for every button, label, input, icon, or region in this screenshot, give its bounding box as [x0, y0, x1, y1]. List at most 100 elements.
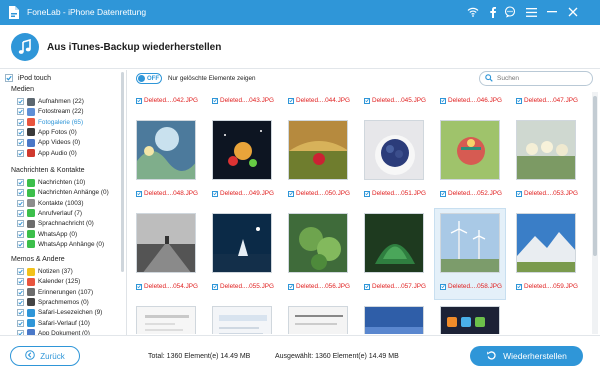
sidebar-item-checkbox[interactable]	[17, 240, 24, 248]
sidebar-item[interactable]: Aufnahmen (22)	[17, 97, 84, 106]
sidebar-item-checkbox[interactable]	[17, 278, 24, 286]
sidebar-item-checkbox[interactable]	[17, 149, 24, 157]
sidebar-item-checkbox[interactable]	[17, 108, 24, 116]
sidebar-item-checkbox[interactable]	[17, 319, 24, 327]
photo-thumbnail[interactable]	[212, 120, 272, 180]
back-button[interactable]: Zurück	[10, 346, 80, 366]
sidebar-item-checkbox[interactable]	[17, 309, 24, 317]
photo-thumbnail[interactable]	[516, 120, 576, 180]
sidebar-item-checkbox[interactable]	[17, 118, 24, 126]
photo-thumbnail[interactable]	[288, 120, 348, 180]
photo-label[interactable]: Deleted....045.JPG	[364, 96, 426, 105]
sidebar-item-checkbox[interactable]	[17, 189, 24, 197]
sidebar-item[interactable]: Sprachnachricht (0)	[17, 219, 94, 228]
sidebar-item-checkbox[interactable]	[17, 199, 24, 207]
sidebar-item-checkbox[interactable]	[17, 298, 24, 306]
photo-thumbnail[interactable]	[136, 120, 196, 180]
restore-button[interactable]: Wiederherstellen	[470, 346, 583, 366]
sidebar-item[interactable]: WhatsApp Anhänge (0)	[17, 240, 104, 249]
sidebar-item-checkbox[interactable]	[17, 268, 24, 275]
photo-checkbox[interactable]	[212, 283, 218, 290]
sidebar-item-checkbox[interactable]	[17, 139, 24, 147]
sidebar-item[interactable]: Anrufverlauf (7)	[17, 209, 82, 218]
sidebar-item[interactable]: Safari-Lesezeichen (9)	[17, 308, 102, 317]
photo-checkbox[interactable]	[364, 190, 370, 197]
photo-thumbnail[interactable]	[516, 213, 576, 273]
sidebar-item-checkbox[interactable]	[17, 230, 24, 238]
photo-checkbox[interactable]	[364, 97, 370, 104]
sidebar-item-checkbox[interactable]	[17, 220, 24, 228]
sidebar-item[interactable]: App Videos (0)	[17, 138, 80, 147]
sidebar-item[interactable]: Fotostream (22)	[17, 107, 83, 116]
photo-checkbox[interactable]	[212, 97, 218, 104]
photo-label[interactable]: Deleted....042.JPG	[136, 96, 198, 105]
sidebar-item-checkbox[interactable]	[17, 128, 24, 136]
sidebar-item-checkbox[interactable]	[17, 288, 24, 296]
photo-label[interactable]: Deleted....050.JPG	[288, 189, 350, 198]
facebook-icon[interactable]	[486, 5, 500, 19]
sidebar-item[interactable]: WhatsApp (0)	[17, 230, 77, 239]
sidebar-item[interactable]: Notizen (37)	[17, 267, 73, 276]
photo-label[interactable]: Deleted....058.JPG	[440, 282, 502, 291]
photo-checkbox[interactable]	[440, 190, 446, 197]
photo-thumbnail[interactable]	[136, 306, 196, 334]
sidebar-item[interactable]: Fotogalerie (65)	[17, 118, 83, 127]
sidebar-item-checkbox[interactable]	[17, 98, 24, 105]
photo-checkbox[interactable]	[212, 190, 218, 197]
photo-label[interactable]: Deleted....056.JPG	[288, 282, 350, 291]
wifi-icon[interactable]	[466, 5, 480, 19]
photo-checkbox[interactable]	[288, 283, 294, 290]
sidebar-item[interactable]: Kontakte (1003)	[17, 199, 83, 208]
sidebar-item[interactable]: Kalender (125)	[17, 277, 80, 286]
photo-label[interactable]: Deleted....043.JPG	[212, 96, 274, 105]
grid-scrollbar-thumb[interactable]	[593, 96, 597, 256]
photo-thumbnail[interactable]	[136, 213, 196, 273]
photo-checkbox[interactable]	[516, 283, 522, 290]
photo-label[interactable]: Deleted....046.JPG	[440, 96, 502, 105]
deleted-only-toggle[interactable]: OFF	[136, 73, 162, 84]
photo-label[interactable]: Deleted....055.JPG	[212, 282, 274, 291]
photo-label[interactable]: Deleted....059.JPG	[516, 282, 578, 291]
device-checkbox[interactable]	[5, 74, 13, 82]
photo-thumbnail[interactable]	[364, 213, 424, 273]
sidebar-item[interactable]: App Fotos (0)	[17, 128, 77, 137]
photo-thumbnail[interactable]	[364, 306, 424, 334]
menu-icon[interactable]	[524, 5, 538, 19]
close-icon[interactable]	[566, 5, 580, 19]
photo-checkbox[interactable]	[136, 283, 142, 290]
photo-checkbox[interactable]	[136, 190, 142, 197]
photo-checkbox[interactable]	[440, 97, 446, 104]
sidebar-item[interactable]: Nachrichten Anhänge (0)	[17, 188, 109, 197]
photo-thumbnail[interactable]	[212, 213, 272, 273]
photo-thumbnail[interactable]	[288, 306, 348, 334]
sidebar-item[interactable]: Safari-Verlauf (10)	[17, 319, 90, 328]
photo-label[interactable]: Deleted....044.JPG	[288, 96, 350, 105]
sidebar-item[interactable]: App Audio (0)	[17, 149, 77, 158]
search-input[interactable]	[497, 75, 587, 82]
photo-checkbox[interactable]	[516, 97, 522, 104]
photo-label[interactable]: Deleted....048.JPG	[136, 189, 198, 198]
sidebar-item[interactable]: Sprachmemos (0)	[17, 298, 89, 307]
photo-label[interactable]: Deleted....047.JPG	[516, 96, 578, 105]
photo-checkbox[interactable]	[516, 190, 522, 197]
photo-label[interactable]: Deleted....049.JPG	[212, 189, 274, 198]
photo-label[interactable]: Deleted....054.JPG	[136, 282, 198, 291]
photo-label[interactable]: Deleted....052.JPG	[440, 189, 502, 198]
photo-thumbnail[interactable]	[364, 120, 424, 180]
photo-thumbnail[interactable]	[212, 306, 272, 334]
photo-thumbnail[interactable]	[440, 213, 500, 273]
sidebar-item[interactable]: Nachrichten (10)	[17, 178, 85, 187]
photo-thumbnail[interactable]	[440, 306, 500, 334]
sidebar-item-checkbox[interactable]	[17, 209, 24, 217]
sidebar-item[interactable]: Erinnerungen (107)	[17, 288, 93, 297]
photo-checkbox[interactable]	[440, 283, 446, 290]
photo-thumbnail[interactable]	[288, 213, 348, 273]
photo-label[interactable]: Deleted....057.JPG	[364, 282, 426, 291]
photo-label[interactable]: Deleted....051.JPG	[364, 189, 426, 198]
photo-checkbox[interactable]	[136, 97, 142, 104]
photo-checkbox[interactable]	[288, 97, 294, 104]
photo-thumbnail[interactable]	[440, 120, 500, 180]
sidebar-scrollbar[interactable]	[121, 72, 124, 272]
photo-label[interactable]: Deleted....053.JPG	[516, 189, 578, 198]
chat-icon[interactable]	[503, 5, 517, 19]
